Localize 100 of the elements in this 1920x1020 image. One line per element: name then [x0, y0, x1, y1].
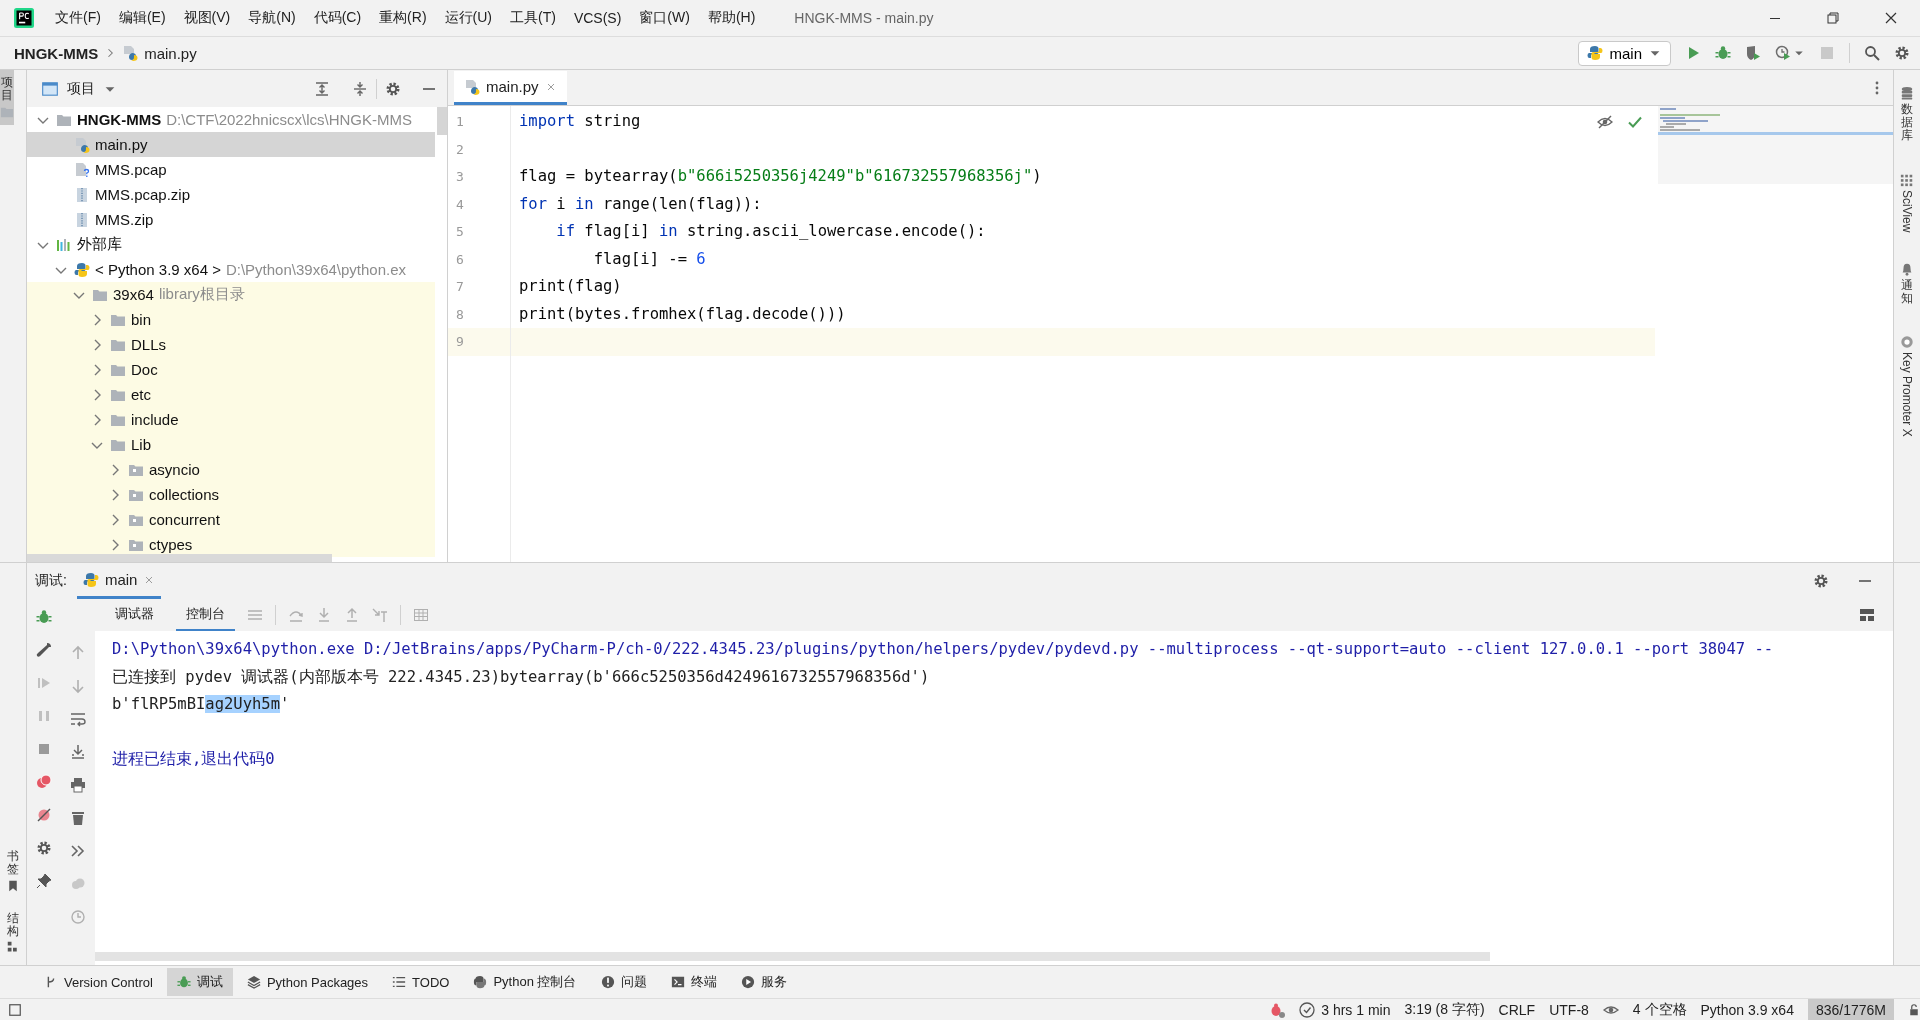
subtab[interactable]: 调试器 — [105, 599, 164, 631]
debug-tab[interactable]: main — [76, 563, 162, 599]
tool-window-button[interactable]: 调试 — [166, 968, 233, 996]
menu-item[interactable]: 重构(R) — [370, 9, 436, 27]
status-item[interactable]: 3:19 (8 字符) — [1404, 1000, 1485, 1019]
settings-icon[interactable] — [36, 840, 52, 856]
status-item[interactable]: Python 3.9 x64 — [1700, 1001, 1794, 1018]
debug-icon[interactable] — [36, 609, 52, 625]
status-item[interactable]: UTF-8 — [1549, 1001, 1589, 1018]
unknown-file-icon — [74, 161, 90, 178]
tree-item[interactable]: concurrent — [27, 507, 435, 532]
print-icon[interactable] — [70, 777, 86, 793]
menu-item[interactable]: 窗口(W) — [630, 9, 699, 27]
archive-icon — [74, 211, 90, 228]
menu-item[interactable]: 工具(T) — [501, 9, 565, 27]
code-line: flag = bytearray(b"666i5250356j4249"b"616732557968356j") — [519, 166, 1042, 187]
tree-item[interactable]: Doc — [27, 357, 435, 382]
tree-item[interactable]: include — [27, 407, 435, 432]
window-title: HNGK-MMS - main.py — [794, 10, 935, 26]
breadcrumb-item[interactable]: HNGK-MMS — [14, 44, 99, 62]
python-icon — [1587, 45, 1604, 61]
line-number: 3 — [455, 168, 465, 186]
menu-item[interactable]: 运行(U) — [435, 9, 501, 27]
tree-item[interactable]: etc — [27, 382, 435, 407]
stop-icon[interactable] — [36, 741, 52, 757]
tool-window-button[interactable]: Version Control — [34, 968, 163, 996]
check-circle-icon — [1299, 1001, 1316, 1018]
tool-window-button[interactable]: 服务 — [730, 968, 797, 996]
scrollbar[interactable] — [27, 554, 332, 562]
sidebar-tab[interactable]: 数据库 — [1900, 80, 1914, 149]
lock-icon[interactable] — [1908, 1002, 1920, 1017]
menu-item[interactable]: 代码(C) — [304, 9, 371, 27]
panel-toggle-icon[interactable] — [8, 1002, 22, 1017]
eye-off-icon[interactable] — [1597, 114, 1613, 130]
more-icon[interactable] — [70, 843, 86, 859]
memory-indicator[interactable]: 836/1776M — [1807, 998, 1894, 1020]
soft-wrap-icon[interactable] — [70, 711, 86, 727]
menu-item[interactable]: 帮助(H) — [698, 9, 765, 27]
menu-item[interactable]: 导航(N) — [239, 9, 305, 27]
tool-window-button[interactable]: Python Packages — [236, 968, 379, 996]
tree-item[interactable]: collections — [27, 482, 435, 507]
console-line: 已连接到 pydev 调试器(内部版本号 222.4345.23)bytearray(b'666c5250356d4249616732557968356d') — [112, 666, 931, 688]
tool-window-button[interactable]: 终端 — [660, 968, 727, 996]
python-icon — [473, 975, 488, 989]
layout-icon[interactable] — [1859, 607, 1875, 623]
sidebar-tab[interactable]: 通知 — [1900, 256, 1914, 312]
menu-item[interactable]: 视图(V) — [174, 9, 240, 27]
scrollbar[interactable] — [95, 952, 1490, 961]
breakpoints-icon[interactable] — [36, 774, 52, 790]
editor-tab[interactable]: main.py — [454, 71, 567, 105]
tool-window-button[interactable]: Python 控制台 — [463, 968, 587, 996]
panel-title[interactable]: 项目 — [67, 79, 95, 98]
sidebar-tab[interactable]: 项目 — [0, 70, 14, 126]
status-item[interactable]: 4 个空格 — [1632, 1000, 1687, 1019]
python-icon — [74, 261, 90, 278]
coverage-icon[interactable] — [1745, 45, 1761, 61]
settings-icon[interactable] — [1894, 45, 1910, 61]
sidebar-tab[interactable]: 书签 — [0, 844, 26, 898]
terminal-icon — [670, 975, 685, 989]
folder-icon — [0, 105, 14, 120]
tree-item[interactable]: main.py — [27, 132, 435, 157]
window-icon — [41, 79, 59, 98]
tree-item[interactable]: Lib — [27, 432, 435, 457]
debug-icon[interactable] — [1715, 45, 1731, 61]
sidebar-tab[interactable]: 结构 — [0, 905, 26, 959]
tree-item[interactable]: DLLs — [27, 332, 435, 357]
line-number: 8 — [455, 305, 465, 324]
restore-icon[interactable] — [1825, 10, 1841, 26]
pin-icon[interactable] — [36, 873, 52, 889]
tree-item[interactable]: 39x64 library根目录 — [27, 282, 435, 307]
expand-all-icon[interactable] — [314, 80, 330, 97]
menu-item[interactable]: 编辑(E) — [109, 9, 175, 27]
close-icon[interactable] — [1883, 10, 1899, 26]
profile-icon[interactable] — [1775, 45, 1791, 61]
sidebar-tab[interactable]: SciView — [1900, 166, 1914, 239]
console-line: 进程已结束,退出代码0 — [112, 749, 276, 770]
tree-item[interactable]: asyncio — [27, 457, 435, 482]
info-icon — [600, 975, 615, 989]
menu-item[interactable]: VCS(S) — [564, 10, 631, 26]
scrollbar[interactable] — [437, 107, 447, 135]
mute-breakpoints-icon[interactable] — [36, 807, 52, 823]
menu-item[interactable]: 文件(F) — [46, 9, 110, 27]
database-icon — [1900, 86, 1914, 100]
trash-icon[interactable] — [70, 810, 86, 826]
settings-icon[interactable] — [1813, 573, 1829, 589]
check-icon[interactable] — [1627, 114, 1643, 130]
tool-window-button[interactable]: TODO — [382, 968, 460, 996]
run-config-dropdown[interactable]: main — [1578, 40, 1671, 66]
status-item[interactable]: 3 hrs 1 min — [1299, 1001, 1391, 1018]
tool-window-button[interactable]: 问题 — [590, 968, 657, 996]
status-item[interactable]: CRLF — [1498, 1001, 1536, 1018]
search-icon[interactable] — [1864, 45, 1880, 61]
scroll-end-icon[interactable] — [70, 744, 86, 760]
tree-item[interactable]: bin — [27, 307, 435, 332]
collapse-all-icon[interactable] — [352, 80, 368, 97]
breadcrumb-item[interactable]: main.py — [144, 44, 197, 62]
settings-icon[interactable] — [385, 80, 401, 97]
wrench-icon[interactable] — [36, 642, 52, 658]
sidebar-tab[interactable]: Key Promoter X — [1900, 329, 1914, 444]
bug-icon[interactable] — [1269, 1001, 1286, 1018]
